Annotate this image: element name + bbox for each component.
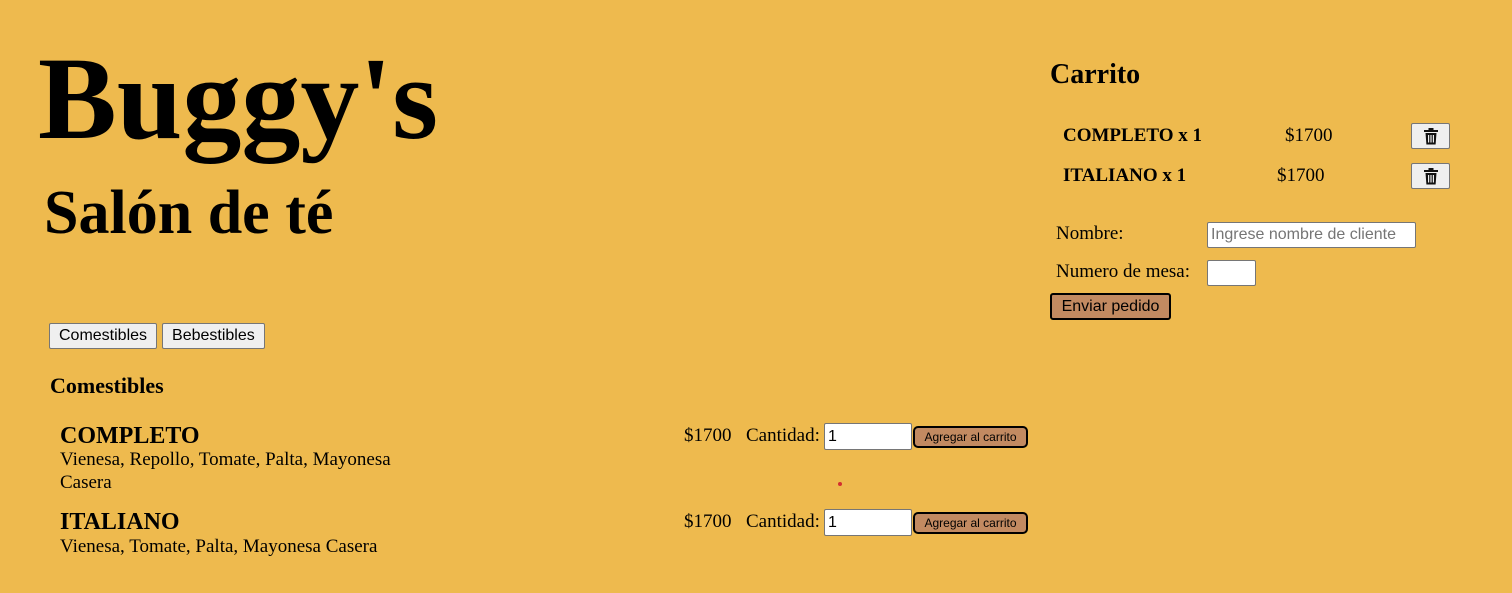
product-name: COMPLETO	[60, 423, 200, 449]
cart-item-price: $1700	[1277, 165, 1325, 186]
product-name: ITALIANO	[60, 509, 180, 535]
quantity-label: Cantidad:	[746, 511, 820, 532]
cart-title: Carrito	[1050, 59, 1141, 90]
name-label: Nombre:	[1056, 223, 1124, 244]
table-number-input[interactable]	[1207, 260, 1256, 286]
product-description: Vienesa, Repollo, Tomate, Palta, Mayones…	[60, 449, 391, 493]
cart-item-label: ITALIANO x 1	[1063, 165, 1187, 186]
brand-title: Buggy's	[38, 33, 439, 164]
customer-name-input[interactable]	[1207, 222, 1416, 248]
tab-bebestibles[interactable]: Bebestibles	[162, 323, 265, 349]
brand-subtitle: Salón de té	[44, 179, 334, 247]
category-tabs: Comestibles Bebestibles	[49, 323, 265, 349]
section-heading: Comestibles	[50, 373, 164, 398]
product-description: Vienesa, Tomate, Palta, Mayonesa Casera	[60, 536, 378, 557]
quantity-input[interactable]	[824, 509, 912, 536]
tab-comestibles[interactable]: Comestibles	[49, 323, 158, 349]
quantity-input[interactable]	[824, 423, 912, 450]
quantity-label: Cantidad:	[746, 425, 820, 446]
product-price: $1700	[684, 511, 732, 532]
indicator-dot	[838, 482, 842, 486]
cart-item-label: COMPLETO x 1	[1063, 125, 1202, 146]
remove-item-button[interactable]	[1411, 123, 1450, 149]
product-price: $1700	[684, 425, 732, 446]
trash-icon	[1423, 127, 1438, 144]
table-number-label: Numero de mesa:	[1056, 261, 1191, 282]
submit-order-button[interactable]: Enviar pedido	[1050, 293, 1171, 320]
cart-item-price: $1700	[1285, 125, 1333, 146]
trash-icon	[1423, 167, 1438, 184]
remove-item-button[interactable]	[1411, 163, 1450, 189]
add-to-cart-button[interactable]: Agregar al carrito	[913, 512, 1028, 534]
add-to-cart-button[interactable]: Agregar al carrito	[913, 426, 1028, 448]
